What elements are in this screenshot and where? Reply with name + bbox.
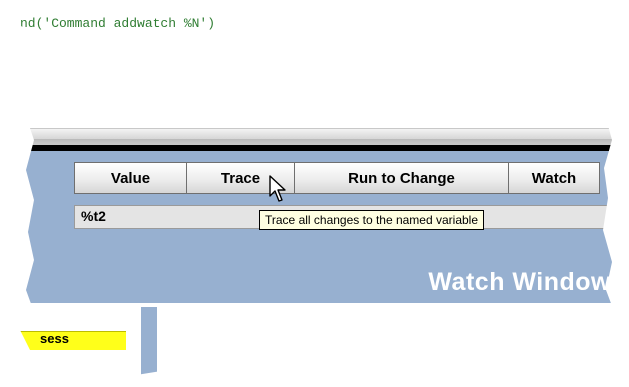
pane-splitter[interactable]	[141, 307, 157, 376]
watch-button[interactable]: Watch	[508, 162, 600, 194]
session-label: sess	[40, 331, 69, 346]
trace-tooltip: Trace all changes to the named variable	[259, 210, 485, 230]
code-editor[interactable]: nd('Command addwatch %N')	[0, 3, 612, 128]
code-line: nd('Command addwatch %N')	[20, 16, 216, 31]
torn-screenshot: nd('Command addwatch %N') Value Trace Ru…	[0, 3, 612, 376]
watch-toolbar: Value Trace Run to Change Watch	[74, 162, 600, 194]
value-button[interactable]: Value	[74, 162, 186, 194]
run-to-change-button[interactable]: Run to Change	[294, 162, 508, 194]
watch-output-pane[interactable]	[157, 307, 612, 376]
editor-scrollbar[interactable]	[0, 128, 612, 139]
mouse-cursor-icon	[269, 175, 286, 202]
watch-window-title: Watch Window	[428, 268, 611, 296]
